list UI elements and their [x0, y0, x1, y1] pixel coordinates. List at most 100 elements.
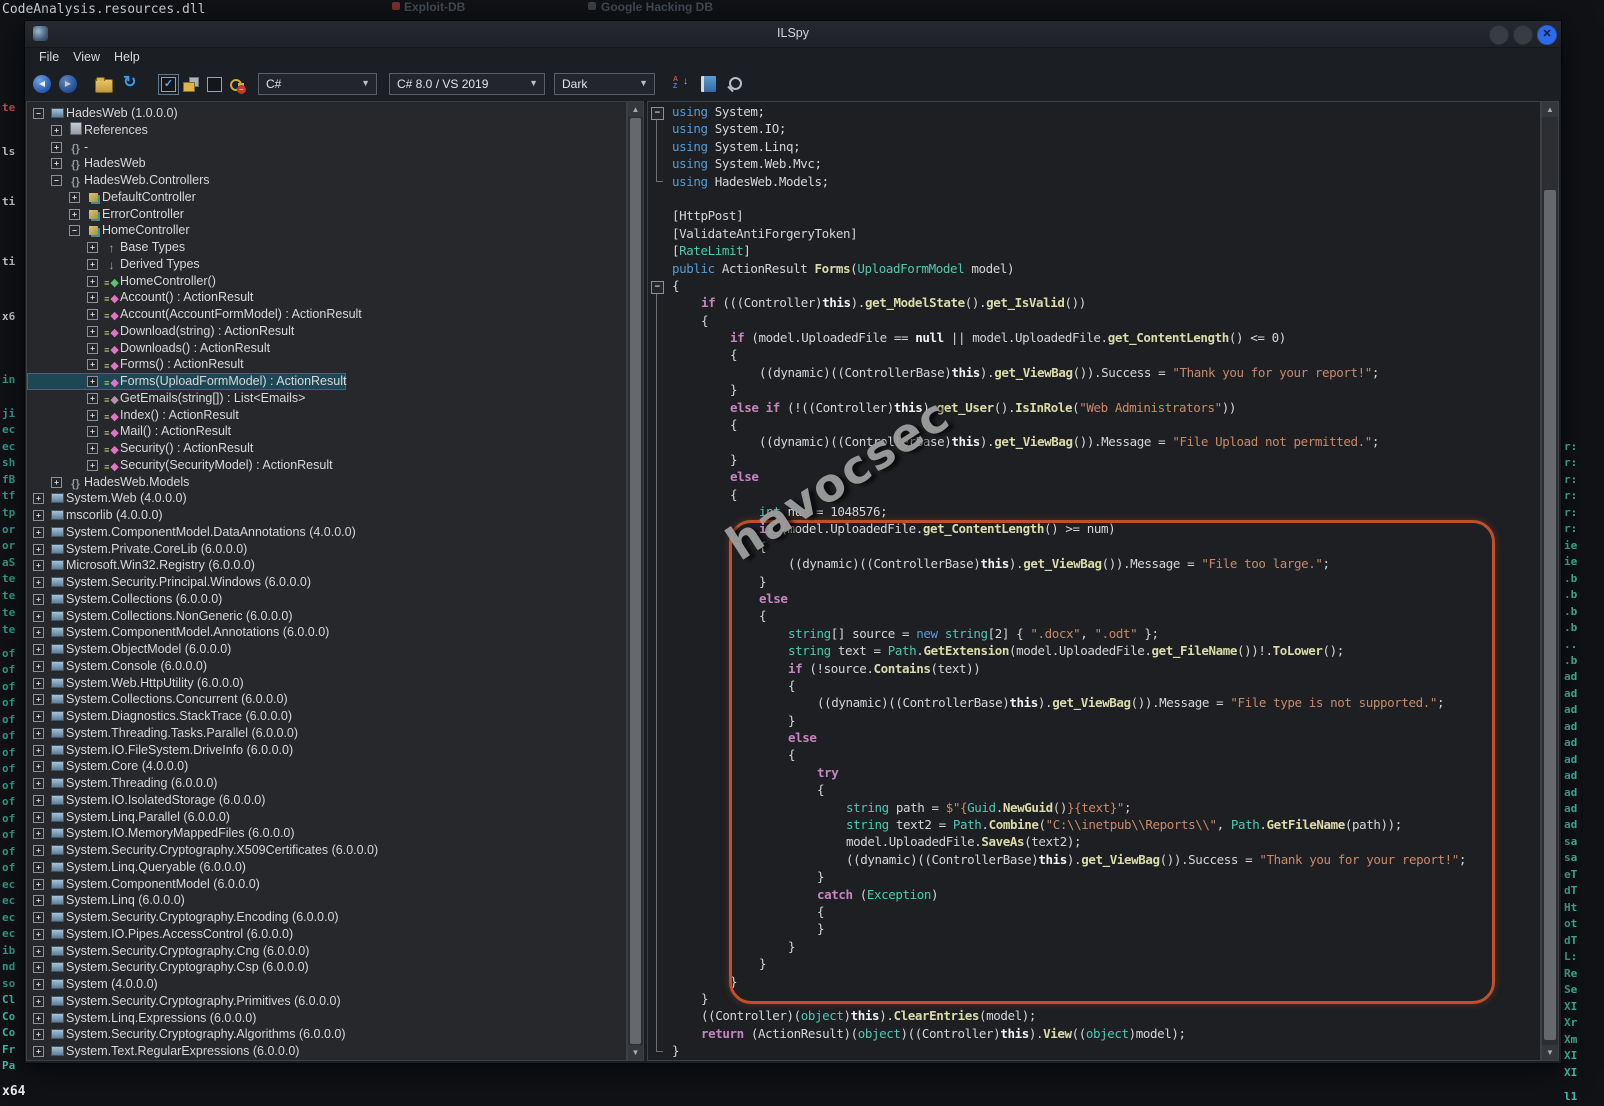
collapse-icon[interactable]: −	[69, 225, 80, 236]
expand-icon[interactable]: +	[33, 745, 44, 756]
expand-icon[interactable]: +	[87, 343, 98, 354]
tree-row[interactable]: +System.Text.RegularExpressions (6.0.0.0…	[27, 1043, 299, 1060]
expand-icon[interactable]: +	[33, 1046, 44, 1057]
tree-row[interactable]: +≡◆Security(SecurityModel) : ActionResul…	[27, 457, 333, 474]
tree-row[interactable]: +System.Security.Cryptography.Encoding (…	[27, 909, 339, 926]
tree-row[interactable]: +System.Security.Cryptography.Primitives…	[27, 993, 341, 1010]
tree-row[interactable]: +System.IO.MemoryMappedFiles (6.0.0.0)	[27, 825, 295, 842]
tree-row[interactable]: +System.ObjectModel (6.0.0.0)	[27, 641, 231, 658]
expand-icon[interactable]: +	[33, 711, 44, 722]
fold-toggle-icon[interactable]: −	[651, 281, 664, 294]
scroll-down-icon[interactable]: ▼	[1542, 1045, 1558, 1060]
expand-icon[interactable]: +	[33, 644, 44, 655]
expand-icon[interactable]: +	[87, 393, 98, 404]
expand-icon[interactable]: +	[51, 125, 62, 136]
theme-dropdown[interactable]: Dark ▼	[554, 73, 655, 95]
back-icon[interactable]: ◀	[33, 75, 51, 93]
tree-row[interactable]: +System.Linq.Queryable (6.0.0.0)	[27, 859, 246, 876]
expand-icon[interactable]: +	[87, 376, 98, 387]
expand-icon[interactable]: +	[87, 426, 98, 437]
expand-icon[interactable]: +	[33, 795, 44, 806]
tree-row[interactable]: +System.ComponentModel (6.0.0.0)	[27, 876, 260, 893]
expand-icon[interactable]: +	[87, 359, 98, 370]
tree-row[interactable]: +System.Linq.Parallel (6.0.0.0)	[27, 809, 230, 826]
tree-row[interactable]: +System.ComponentModel.Annotations (6.0.…	[27, 624, 329, 641]
expand-icon[interactable]: +	[33, 594, 44, 605]
expand-icon[interactable]: +	[51, 142, 62, 153]
tree-row[interactable]: +System.Diagnostics.StackTrace (6.0.0.0)	[27, 708, 292, 725]
tree-row[interactable]: +System.Core (4.0.0.0)	[27, 758, 188, 775]
open-file-icon[interactable]	[95, 79, 113, 93]
tree-row[interactable]: +System.Collections.NonGeneric (6.0.0.0)	[27, 608, 292, 625]
menu-view[interactable]: View	[73, 50, 100, 64]
expand-icon[interactable]: +	[33, 510, 44, 521]
expand-icon[interactable]: +	[33, 577, 44, 588]
tree-row[interactable]: +{}HadesWeb.Models	[27, 474, 189, 491]
tree-row[interactable]: +System.Collections (6.0.0.0)	[27, 591, 222, 608]
tree-row[interactable]: +System.IO.FileSystem.DriveInfo (6.0.0.0…	[27, 742, 293, 759]
close-button[interactable]: ✕	[1537, 25, 1557, 45]
expand-icon[interactable]: +	[33, 527, 44, 538]
tree-row[interactable]: +DefaultController	[27, 189, 196, 206]
expand-icon[interactable]: +	[33, 996, 44, 1007]
tree-row[interactable]: +{}HadesWeb	[27, 155, 146, 172]
show-compiler-generated-checkbox[interactable]	[207, 77, 222, 92]
expand-icon[interactable]: +	[87, 443, 98, 454]
tree-row[interactable]: +System.Security.Cryptography.Csp (6.0.0…	[27, 959, 309, 976]
tree-row[interactable]: +≡◆Download(string) : ActionResult	[27, 323, 294, 340]
tree-row[interactable]: +{}-	[27, 139, 88, 156]
tree-row[interactable]: +≡◆HomeController()	[27, 273, 216, 290]
expand-icon[interactable]: +	[51, 158, 62, 169]
menu-file[interactable]: File	[39, 50, 59, 64]
tree-row[interactable]: +System (4.0.0.0)	[27, 976, 158, 993]
tree-row[interactable]: −HomeController	[27, 222, 190, 239]
tree-row[interactable]: +≡◆GetEmails(string[]) : List<Emails>	[27, 390, 305, 407]
code-scrollbar-thumb[interactable]	[1544, 190, 1556, 1040]
tree-row[interactable]: +Microsoft.Win32.Registry (6.0.0.0)	[27, 557, 255, 574]
expand-icon[interactable]: +	[33, 611, 44, 622]
expand-icon[interactable]: +	[33, 493, 44, 504]
expand-icon[interactable]: +	[33, 895, 44, 906]
expand-icon[interactable]: +	[33, 845, 44, 856]
refresh-icon[interactable]: ↻	[123, 74, 136, 92]
tree-row[interactable]: +System.Collections.Concurrent (6.0.0.0)	[27, 691, 288, 708]
tree-row[interactable]: +System.Threading.Tasks.Parallel (6.0.0.…	[27, 725, 298, 742]
maximize-button[interactable]	[1513, 25, 1533, 45]
sort-assemblies-icon[interactable]: AZ↓	[673, 76, 678, 90]
collapse-icon[interactable]: −	[33, 108, 44, 119]
title-bar[interactable]: ILSpy ✕	[25, 21, 1561, 48]
tree-row[interactable]: +≡◆Forms(UploadFormModel) : ActionResult	[27, 373, 346, 390]
tree-row[interactable]: +System.Web.HttpUtility (6.0.0.0)	[27, 675, 244, 692]
expand-icon[interactable]: +	[69, 192, 80, 203]
expand-icon[interactable]: +	[51, 477, 62, 488]
tree-row[interactable]: +References	[27, 122, 148, 139]
language-version-dropdown[interactable]: C# 8.0 / VS 2019 ▼	[389, 73, 545, 95]
expand-icon[interactable]: +	[33, 678, 44, 689]
expand-icon[interactable]: +	[33, 560, 44, 571]
expand-icon[interactable]: +	[87, 309, 98, 320]
expand-icon[interactable]: +	[33, 929, 44, 940]
tree-row[interactable]: +System.Linq.Expressions (6.0.0.0)	[27, 1010, 256, 1027]
tree-row[interactable]: +System.Linq (6.0.0.0)	[27, 892, 185, 909]
tree-row[interactable]: +mscorlib (4.0.0.0)	[27, 507, 163, 524]
menu-help[interactable]: Help	[114, 50, 140, 64]
forward-icon[interactable]: ▶	[59, 75, 77, 93]
tree-row[interactable]: +System.Security.Cryptography.Algorithms…	[27, 1026, 346, 1043]
scroll-up-icon[interactable]: ▲	[628, 102, 643, 117]
expand-icon[interactable]: +	[33, 1029, 44, 1040]
expand-icon[interactable]: +	[33, 544, 44, 555]
expand-icon[interactable]: +	[33, 728, 44, 739]
tree-row[interactable]: +System.ComponentModel.DataAnnotations (…	[27, 524, 356, 541]
tree-row[interactable]: +≡◆Security() : ActionResult	[27, 440, 253, 457]
tree-row[interactable]: +≡◆Downloads() : ActionResult	[27, 340, 270, 357]
tree-scrollbar[interactable]: ▲ ▼	[627, 101, 644, 1061]
tree-row[interactable]: +≡◆Forms() : ActionResult	[27, 356, 244, 373]
collapse-tree-icon[interactable]	[701, 76, 716, 92]
expand-icon[interactable]: +	[33, 778, 44, 789]
tree-row[interactable]: +≡◆Account(AccountFormModel) : ActionRes…	[27, 306, 362, 323]
tree-row[interactable]: +System.IO.IsolatedStorage (6.0.0.0)	[27, 792, 265, 809]
tree-row[interactable]: +System.Threading (6.0.0.0)	[27, 775, 217, 792]
tree-row[interactable]: +System.Security.Cryptography.Cng (6.0.0…	[27, 943, 309, 960]
tree-row[interactable]: +System.IO.Pipes.AccessControl (6.0.0.0)	[27, 926, 293, 943]
show-internal-api-checkbox[interactable]: ✓	[161, 77, 176, 92]
